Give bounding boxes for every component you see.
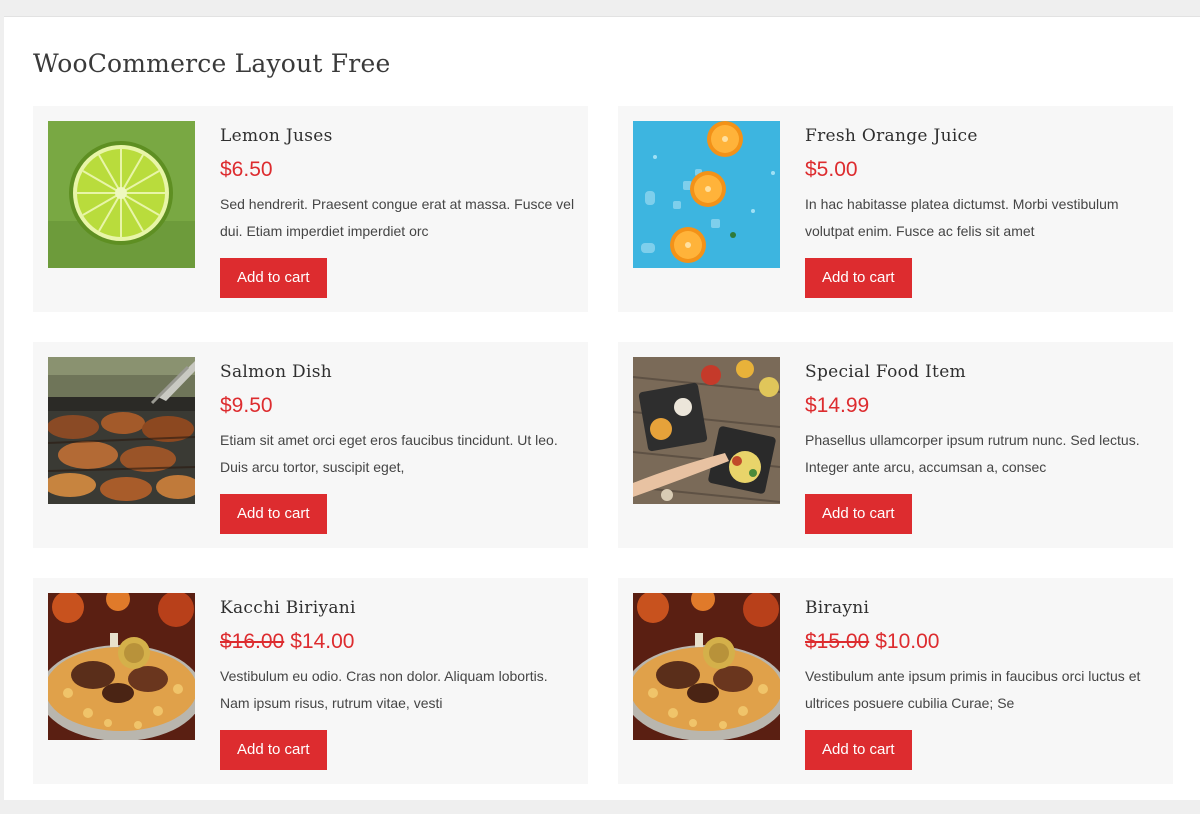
page-title: WooCommerce Layout Free	[33, 49, 391, 78]
product-card: Lemon Juses $6.50 Sed hendrerit. Praesen…	[33, 106, 588, 312]
add-to-cart-button[interactable]: Add to cart	[220, 494, 327, 534]
regular-price: $15.00	[805, 630, 870, 653]
current-price: $5.00	[805, 158, 858, 181]
product-description: Vestibulum ante ipsum primis in faucibus…	[805, 668, 1141, 711]
product-name[interactable]: Lemon Juses	[220, 124, 575, 148]
product-description: Etiam sit amet orci eget eros faucibus t…	[220, 432, 558, 475]
product-description: Vestibulum eu odio. Cras non dolor. Aliq…	[220, 668, 548, 711]
add-to-cart-button[interactable]: Add to cart	[805, 730, 912, 770]
product-name[interactable]: Special Food Item	[805, 360, 1160, 384]
product-card: Fresh Orange Juice $5.00 In hac habitass…	[618, 106, 1173, 312]
product-description: Sed hendrerit. Praesent congue erat at m…	[220, 196, 575, 239]
product-name[interactable]: Kacchi Biriyani	[220, 596, 575, 620]
biriyani-image[interactable]	[633, 593, 780, 740]
product-description: In hac habitasse platea dictumst. Morbi …	[805, 196, 1119, 239]
lime-slice-image[interactable]	[48, 121, 195, 268]
add-to-cart-button[interactable]: Add to cart	[805, 494, 912, 534]
product-card: Kacchi Biriyani $16.00 $14.00 Vestibulum …	[33, 578, 588, 784]
add-to-cart-button[interactable]: Add to cart	[220, 730, 327, 770]
regular-price: $16.00	[220, 630, 285, 653]
product-price: $16.00 $14.00	[220, 629, 575, 655]
product-panel: WooCommerce Layout Free Lemon Juses $6.5…	[4, 16, 1200, 800]
product-price: $9.50	[220, 393, 575, 419]
current-price: $14.99	[805, 394, 870, 417]
product-price: $6.50	[220, 157, 575, 183]
product-price: $5.00	[805, 157, 1160, 183]
add-to-cart-button[interactable]: Add to cart	[805, 258, 912, 298]
product-card: Salmon Dish $9.50 Etiam sit amet orci eg…	[33, 342, 588, 548]
product-name[interactable]: Birayni	[805, 596, 1160, 620]
product-card: Birayni $15.00 $10.00 Vestibulum ante ips…	[618, 578, 1173, 784]
product-grid: Lemon Juses $6.50 Sed hendrerit. Praesen…	[33, 106, 1173, 784]
grilled-meat-image[interactable]	[48, 357, 195, 504]
biriyani-image[interactable]	[48, 593, 195, 740]
product-name[interactable]: Fresh Orange Juice	[805, 124, 1160, 148]
current-price: $6.50	[220, 158, 273, 181]
orange-slices-image[interactable]	[633, 121, 780, 268]
product-price: $14.99	[805, 393, 1160, 419]
food-platter-image[interactable]	[633, 357, 780, 504]
product-card: Special Food Item $14.99 Phasellus ullam…	[618, 342, 1173, 548]
sale-price: $10.00	[875, 630, 940, 653]
product-name[interactable]: Salmon Dish	[220, 360, 575, 384]
add-to-cart-button[interactable]: Add to cart	[220, 258, 327, 298]
product-description: Phasellus ullamcorper ipsum rutrum nunc.…	[805, 432, 1140, 475]
sale-price: $14.00	[290, 630, 355, 653]
current-price: $9.50	[220, 394, 273, 417]
product-price: $15.00 $10.00	[805, 629, 1160, 655]
